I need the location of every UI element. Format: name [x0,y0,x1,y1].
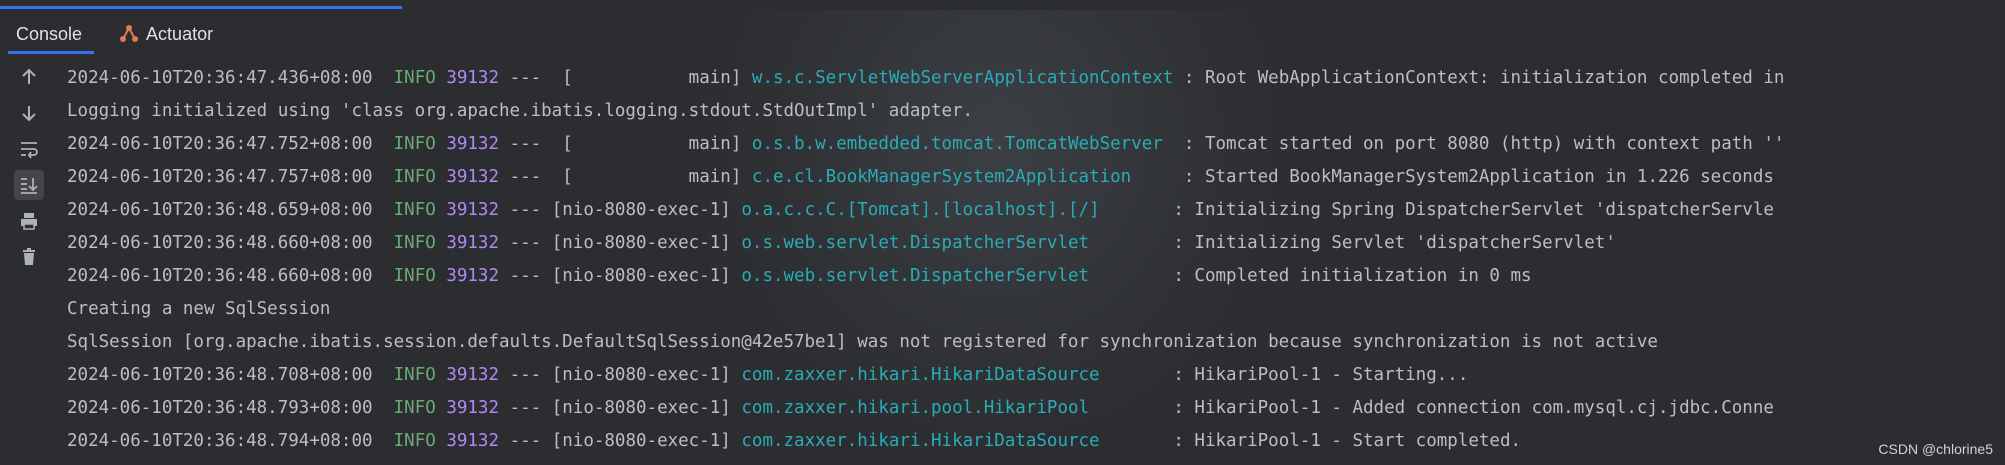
console-toolbar [14,62,44,272]
log-thread: --- [nio-8080-exec-1] [509,266,731,286]
log-line: Creating a new SqlSession [67,293,2005,326]
log-thread: --- [nio-8080-exec-1] [509,233,731,253]
log-plain-text: SqlSession [org.apache.ibatis.session.de… [67,332,1658,352]
log-logger: com.zaxxer.hikari.HikariDataSource [741,431,1163,451]
log-pid: 39132 [446,266,500,286]
log-level: INFO [393,167,436,187]
log-line: 2024-06-10T20:36:47.752+08:00 INFO 39132… [67,128,2005,161]
log-thread: --- [ main] [509,68,742,88]
log-level: INFO [393,365,436,385]
progress-bar [0,6,402,9]
log-timestamp: 2024-06-10T20:36:48.794+08:00 [67,431,373,451]
log-thread: --- [nio-8080-exec-1] [509,431,731,451]
log-line: 2024-06-10T20:36:48.660+08:00 INFO 39132… [67,227,2005,260]
log-message: : HikariPool-1 - Start completed. [1162,431,1522,451]
log-line: 2024-06-10T20:36:47.436+08:00 INFO 39132… [67,62,2005,95]
log-logger: com.zaxxer.hikari.HikariDataSource [741,365,1163,385]
print-icon [21,213,37,230]
log-thread: --- [ main] [509,134,742,154]
log-logger: o.a.c.c.C.[Tomcat].[localhost].[/] [741,200,1163,220]
tab-console-label: Console [16,23,83,44]
log-level: INFO [393,431,436,451]
log-message: : Initializing Servlet 'dispatcherServle… [1162,233,1616,253]
log-pid: 39132 [446,233,500,253]
log-pid: 39132 [446,365,500,385]
log-logger: c.e.cl.BookManagerSystem2Application [751,167,1174,187]
scroll-to-end-icon [21,178,38,194]
log-message: : Tomcat started on port 8080 (http) wit… [1173,134,1785,154]
log-line: 2024-06-10T20:36:48.794+08:00 INFO 39132… [67,425,2005,458]
log-pid: 39132 [446,167,500,187]
log-pid: 39132 [446,68,500,88]
log-timestamp: 2024-06-10T20:36:48.660+08:00 [67,266,373,286]
log-thread: --- [nio-8080-exec-1] [509,365,731,385]
actuator-icon [120,25,139,42]
log-pid: 39132 [446,398,500,418]
trash-icon [23,248,35,265]
log-thread: --- [ main] [509,167,742,187]
log-pid: 39132 [446,431,500,451]
log-thread: --- [nio-8080-exec-1] [509,398,731,418]
log-logger: o.s.web.servlet.DispatcherServlet [741,266,1163,286]
log-logger: o.s.web.servlet.DispatcherServlet [741,233,1163,253]
watermark: CSDN @chlorine5 [1878,441,1993,457]
tab-actuator[interactable]: Actuator [102,12,233,56]
arrow-down-icon [22,106,36,122]
log-line: 2024-06-10T20:36:48.659+08:00 INFO 39132… [67,194,2005,227]
log-timestamp: 2024-06-10T20:36:48.660+08:00 [67,233,373,253]
log-timestamp: 2024-06-10T20:36:47.752+08:00 [67,134,373,154]
log-message: : HikariPool-1 - Added connection com.my… [1162,398,1774,418]
log-pid: 39132 [446,134,500,154]
log-plain-text: Creating a new SqlSession [67,299,331,319]
log-message: : Started BookManagerSystem2Application … [1173,167,1774,187]
arrow-up-icon [22,68,36,84]
tool-window-tabs: Console Actuator [0,12,2005,56]
log-line: 2024-06-10T20:36:48.793+08:00 INFO 39132… [67,392,2005,425]
log-timestamp: 2024-06-10T20:36:48.708+08:00 [67,365,373,385]
log-level: INFO [393,134,436,154]
print-button[interactable] [14,206,44,236]
log-line: 2024-06-10T20:36:48.708+08:00 INFO 39132… [67,359,2005,392]
log-line: SqlSession [org.apache.ibatis.session.de… [67,326,2005,359]
log-level: INFO [393,68,436,88]
log-level: INFO [393,266,436,286]
soft-wrap-button[interactable] [14,134,44,164]
log-line: 2024-06-10T20:36:47.757+08:00 INFO 39132… [67,161,2005,194]
scroll-to-end-button[interactable] [14,170,44,200]
top-strip [0,0,2005,10]
log-logger: w.s.c.ServletWebServerApplicationContext [751,68,1174,88]
log-timestamp: 2024-06-10T20:36:48.793+08:00 [67,398,373,418]
log-level: INFO [393,200,436,220]
log-level: INFO [393,398,436,418]
tab-actuator-label: Actuator [146,23,214,44]
log-timestamp: 2024-06-10T20:36:47.436+08:00 [67,68,373,88]
log-line: 2024-06-10T20:36:48.660+08:00 INFO 39132… [67,260,2005,293]
log-timestamp: 2024-06-10T20:36:47.757+08:00 [67,167,373,187]
up-button[interactable] [14,62,44,92]
log-message: : HikariPool-1 - Starting... [1162,365,1469,385]
log-timestamp: 2024-06-10T20:36:48.659+08:00 [67,200,373,220]
soft-wrap-icon [21,142,38,159]
log-line: Logging initialized using 'class org.apa… [67,95,2005,128]
clear-button[interactable] [14,242,44,272]
log-message: : Initializing Spring DispatcherServlet … [1162,200,1774,220]
log-thread: --- [nio-8080-exec-1] [509,200,731,220]
log-logger: o.s.b.w.embedded.tomcat.TomcatWebServer [751,134,1174,154]
log-plain-text: Logging initialized using 'class org.apa… [67,101,974,121]
log-level: INFO [393,233,436,253]
log-logger: com.zaxxer.hikari.pool.HikariPool [741,398,1163,418]
down-button[interactable] [14,98,44,128]
console-output[interactable]: 2024-06-10T20:36:47.436+08:00 INFO 39132… [67,62,2005,465]
log-message: : Root WebApplicationContext: initializa… [1173,68,1785,88]
tab-console[interactable]: Console [0,12,102,56]
log-pid: 39132 [446,200,500,220]
log-message: : Completed initialization in 0 ms [1162,266,1532,286]
